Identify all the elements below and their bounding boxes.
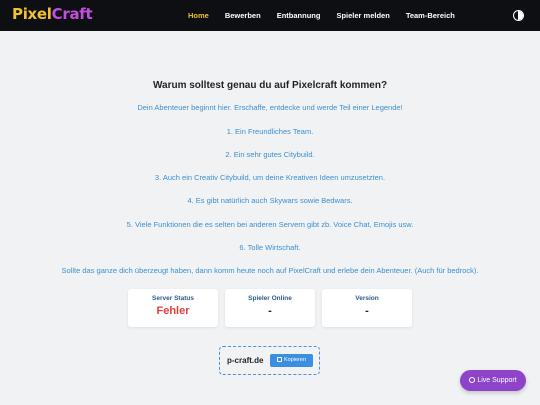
nav-item-spieler-melden[interactable]: Spieler melden — [328, 0, 397, 31]
server-ip-box: p-craft.de Kopieren — [219, 346, 320, 375]
live-support-label: Live Support — [477, 377, 517, 384]
server-status-value: Fehler — [156, 305, 190, 317]
server-ip-address: p-craft.de — [227, 356, 264, 365]
main-nav: Home Bewerben Entbannung Spieler melden … — [180, 0, 463, 31]
stat-label: Version — [355, 295, 379, 302]
feature-item: 5. Viele Funktionen die es selten bei an… — [126, 220, 414, 229]
theme-toggle-icon[interactable] — [513, 10, 524, 21]
players-online-value: - — [268, 305, 272, 317]
live-support-button[interactable]: Live Support — [460, 370, 526, 391]
brand-logo[interactable]: PixelCraft — [12, 5, 93, 23]
nav-item-bewerben[interactable]: Bewerben — [217, 0, 269, 31]
navbar: PixelCraft Home Bewerben Entbannung Spie… — [0, 0, 540, 31]
brand-part-1: Pixel — [12, 5, 52, 23]
stat-card-server-status: Server Status Fehler — [128, 289, 218, 327]
feature-item: 6. Tolle Wirtschaft. — [239, 243, 301, 252]
stat-card-version: Version - — [322, 289, 412, 327]
stat-label: Spieler Online — [248, 295, 292, 302]
nav-item-entbannung[interactable]: Entbannung — [269, 0, 329, 31]
closing-text: Sollte das ganze dich überzeugt haben, d… — [61, 266, 479, 275]
copy-ip-button[interactable]: Kopieren — [270, 354, 313, 367]
nav-item-home[interactable]: Home — [180, 0, 217, 31]
feature-item: 3. Auch ein Creativ Citybuild, um deine … — [154, 173, 386, 182]
server-stats: Server Status Fehler Spieler Online - Ve… — [128, 289, 412, 327]
stat-label: Server Status — [152, 295, 194, 302]
nav-item-team-bereich[interactable]: Team-Bereich — [398, 0, 463, 31]
feature-item: 1. Ein Freundliches Team. — [226, 127, 314, 136]
intro-text: Dein Abenteuer beginnt hier. Erschaffe, … — [137, 103, 403, 112]
copy-icon — [276, 356, 282, 362]
feature-item: 2. Ein sehr gutes Citybuild. — [225, 150, 315, 159]
version-value: - — [365, 305, 369, 317]
brand-part-2: Craft — [51, 5, 93, 23]
feature-item: 4. Es gibt natürlich auch Skywars sowie … — [187, 196, 353, 205]
stat-card-players-online: Spieler Online - — [225, 289, 315, 327]
page-title: Warum solltest genau du auf Pixelcraft k… — [152, 80, 388, 91]
main-content: Warum solltest genau du auf Pixelcraft k… — [0, 31, 540, 405]
chat-icon — [469, 377, 476, 383]
copy-button-label: Kopieren — [283, 357, 307, 363]
